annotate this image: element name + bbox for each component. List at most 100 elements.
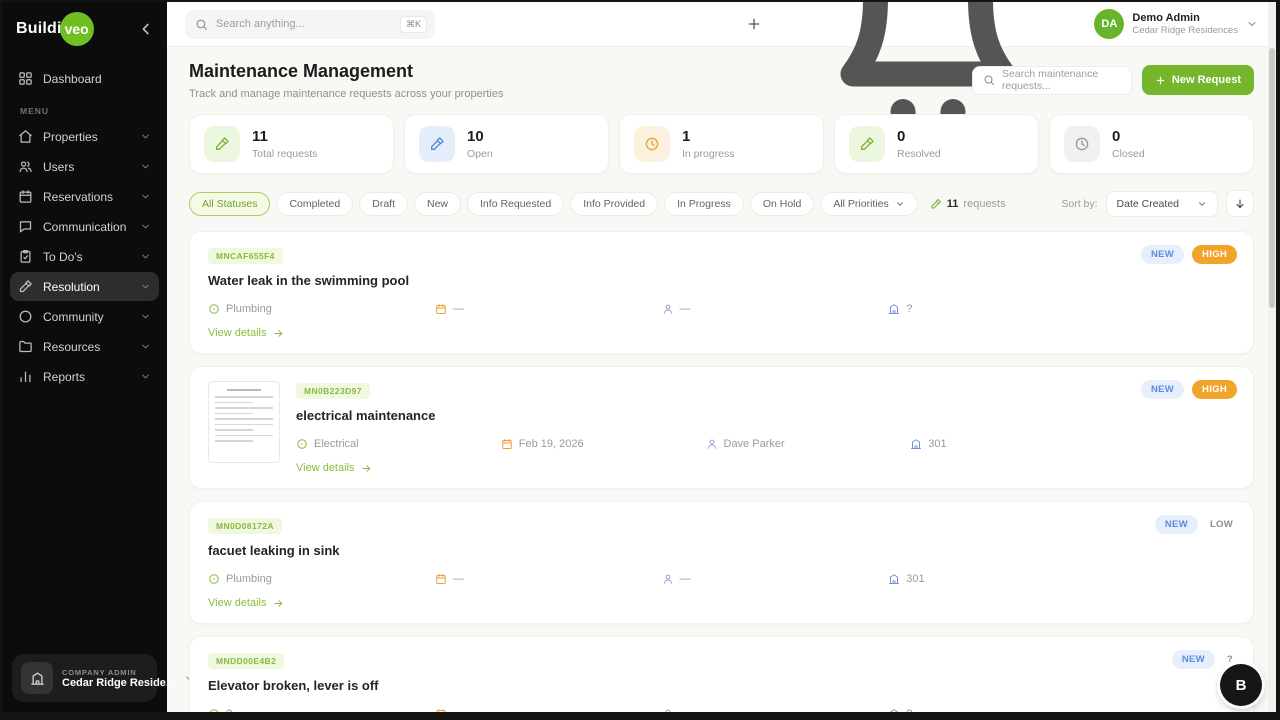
building-icon — [910, 438, 922, 450]
request-category: Plumbing — [208, 573, 435, 585]
sidebar-item-resources[interactable]: Resources — [10, 332, 159, 361]
status-filter-on-hold[interactable]: On Hold — [749, 191, 815, 216]
sort-value: Date Created — [1116, 197, 1179, 210]
sidebar-collapse-icon[interactable] — [137, 20, 155, 38]
sort-direction-button[interactable] — [1226, 190, 1254, 217]
request-badges: NEW LOW — [1154, 515, 1237, 534]
scrollbar-thumb[interactable] — [1269, 48, 1275, 308]
sidebar-header: Buildi veo — [2, 2, 167, 56]
company-switcher[interactable]: COMPANY ADMIN Cedar Ridge Reside... — [12, 654, 193, 702]
view-details-link[interactable]: View details — [208, 327, 284, 339]
status-filter-info-requested[interactable]: Info Requested — [467, 191, 565, 216]
calendar-icon — [435, 303, 447, 315]
quick-add-button[interactable] — [746, 16, 762, 32]
request-unit: ? — [888, 708, 1115, 712]
sidebar-item-label: Resolution — [43, 279, 100, 294]
priority-filter-dropdown[interactable]: All Priorities — [820, 191, 918, 216]
sidebar-item-reservations[interactable]: Reservations — [10, 182, 159, 211]
request-meta-row: Electrical Feb 19, 2026 Dave Parker 301 — [296, 438, 1235, 450]
stat-value: 0 — [897, 128, 906, 145]
stat-label: Total requests — [252, 148, 318, 160]
request-badges: NEW ? — [1171, 650, 1237, 669]
request-id-badge: MNCAF655F4 — [208, 248, 283, 264]
app-window: Buildi veo Dashboard MENU Properties Use… — [2, 2, 1276, 712]
category-status-icon — [208, 708, 220, 712]
calendar-icon — [435, 708, 447, 712]
status-badge: NEW — [1154, 515, 1198, 534]
request-unit: ? — [888, 303, 1115, 315]
scrollbar-track[interactable] — [1268, 2, 1276, 712]
calendar-icon — [18, 189, 33, 204]
user-organization: Cedar Ridge Residences — [1132, 25, 1238, 36]
sidebar: Buildi veo Dashboard MENU Properties Use… — [2, 2, 193, 712]
chevron-down-icon — [1197, 199, 1207, 209]
request-title: Water leak in the swimming pool — [208, 273, 410, 288]
request-count-suffix: requests — [963, 197, 1006, 210]
page-content: Maintenance Management Track and manage … — [167, 47, 1276, 712]
status-filter-new[interactable]: New — [414, 191, 462, 216]
maintenance-search-input[interactable]: Search maintenance requests... — [971, 65, 1132, 95]
sidebar-item-to-do-s[interactable]: To Do's — [10, 242, 159, 271]
attachment-thumbnail[interactable] — [208, 381, 280, 463]
chart-icon — [18, 369, 33, 384]
sidebar-item-resolution[interactable]: Resolution — [10, 272, 159, 301]
sidebar-item-communication[interactable]: Communication — [10, 212, 159, 241]
sidebar-item-users[interactable]: Users — [10, 152, 159, 181]
request-assignee: Dave Parker — [706, 438, 911, 450]
sidebar-item-label: Communication — [43, 219, 127, 234]
company-name: Cedar Ridge Reside... — [62, 676, 176, 689]
status-filter-completed[interactable]: Completed — [276, 191, 354, 216]
sidebar-menu-list: Properties Users Reservations Communicat… — [10, 122, 159, 391]
stat-card-closed: 0 Closed — [1049, 114, 1254, 174]
chevron-down-icon — [140, 251, 151, 262]
stat-label: Resolved — [897, 148, 941, 160]
request-title: facuet leaking in sink — [208, 543, 340, 558]
sidebar-item-properties[interactable]: Properties — [10, 122, 159, 151]
request-meta-row: ? — — ? — [208, 708, 1235, 712]
stats-row: 11 Total requests 10 Open 1 In progress … — [189, 114, 1254, 174]
sidebar-item-label: Reports — [43, 369, 86, 384]
request-category: Plumbing — [208, 303, 435, 315]
dashboard-grid-icon — [18, 71, 33, 86]
request-unit: 301 — [910, 438, 1115, 450]
view-details-link[interactable]: View details — [296, 462, 372, 474]
sidebar-item-dashboard[interactable]: Dashboard — [10, 64, 159, 93]
sidebar-item-reports[interactable]: Reports — [10, 362, 159, 391]
sidebar-item-label: Resources — [43, 339, 101, 354]
menu-section-label: MENU — [20, 106, 50, 116]
status-badge: NEW — [1171, 650, 1215, 669]
chevron-down-icon — [140, 281, 151, 292]
stat-card-in-progress: 1 In progress — [619, 114, 824, 174]
view-details-link[interactable]: View details — [208, 597, 284, 609]
status-filter-all-statuses[interactable]: All Statuses — [189, 191, 271, 216]
request-title: electrical maintenance — [296, 408, 436, 423]
new-request-button[interactable]: New Request — [1141, 65, 1254, 95]
request-card: MNDD00E4B2 Elevator broken, lever is off… — [189, 636, 1254, 712]
search-placeholder: Search anything... — [216, 18, 305, 30]
status-filter-in-progress[interactable]: In Progress — [664, 191, 744, 216]
global-search-input[interactable]: Search anything... ⌘K — [185, 9, 435, 39]
floating-action-button[interactable]: B — [1220, 664, 1262, 706]
logo-badge: veo — [59, 12, 94, 46]
status-filter-info-provided[interactable]: Info Provided — [570, 191, 659, 216]
search-placeholder: Search maintenance requests... — [1001, 68, 1099, 92]
priority-badge: HIGH — [1192, 380, 1237, 399]
status-filter-draft[interactable]: Draft — [359, 191, 408, 216]
chevron-down-icon — [140, 221, 151, 232]
request-card: MN0D08172A facuet leaking in sink Plumbi… — [189, 501, 1254, 624]
request-date: — — [435, 573, 662, 585]
user-menu[interactable]: DA Demo Admin Cedar Ridge Residences — [1094, 9, 1258, 39]
chevron-down-icon — [895, 199, 905, 209]
sort-dropdown[interactable]: Date Created — [1105, 190, 1218, 217]
person-icon — [662, 708, 674, 712]
request-id-badge: MN0D08172A — [208, 518, 282, 534]
filter-row: All Statuses Completed Draft New Info Reques… — [189, 190, 1254, 217]
request-date: Feb 19, 2026 — [501, 438, 706, 450]
sidebar-item-label: Dashboard — [43, 71, 102, 86]
priority-filter-value: All Priorities — [833, 197, 889, 210]
category-status-icon — [208, 303, 220, 315]
person-icon — [706, 438, 718, 450]
search-icon — [195, 18, 208, 31]
sidebar-item-community[interactable]: Community — [10, 302, 159, 331]
request-category: Electrical — [296, 438, 501, 450]
